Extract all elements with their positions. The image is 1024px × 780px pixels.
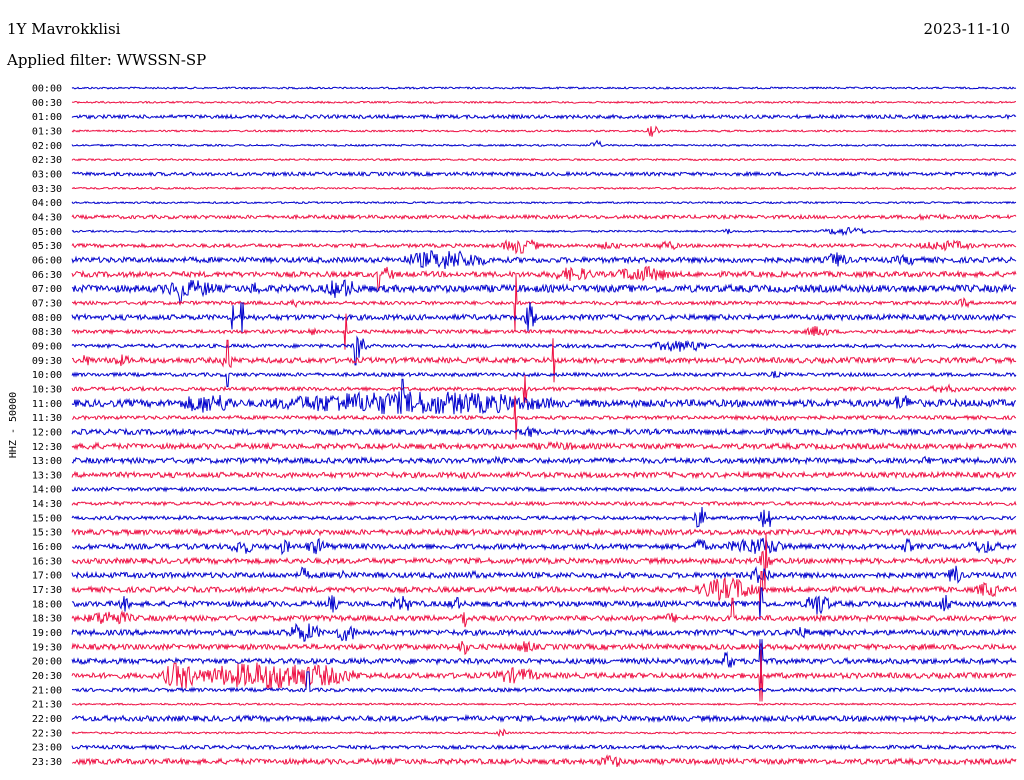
trace-line bbox=[71, 250, 1017, 270]
tick-label: 13:30 bbox=[32, 470, 62, 481]
trace-line bbox=[71, 728, 1017, 738]
trace-line bbox=[71, 170, 1017, 178]
trace-line bbox=[71, 113, 1017, 121]
tick-label: 11:00 bbox=[32, 399, 62, 410]
tick-label: 02:30 bbox=[32, 155, 62, 166]
trace-line bbox=[71, 226, 1017, 237]
y-axis-label: HHZ - 50000 bbox=[8, 392, 19, 458]
trace-line bbox=[71, 640, 1017, 656]
tick-label: 02:00 bbox=[32, 141, 62, 152]
trace-line bbox=[71, 537, 1017, 556]
tick-label: 10:00 bbox=[32, 370, 62, 381]
trace-line bbox=[71, 200, 1017, 205]
tick-label: 21:30 bbox=[32, 700, 62, 711]
trace-line bbox=[71, 485, 1017, 493]
trace-line bbox=[71, 500, 1017, 508]
trace-line bbox=[71, 125, 1017, 137]
tick-label: 19:00 bbox=[32, 628, 62, 639]
helicorder-plot: 00:00 00:30 01:00 01:30 02:00 02:30 03:00 03:30… bbox=[8, 84, 1017, 769]
tick-label: 03:30 bbox=[32, 184, 62, 195]
tick-label: 19:30 bbox=[32, 642, 62, 653]
tick-label: 15:00 bbox=[32, 513, 62, 524]
trace-line bbox=[71, 186, 1017, 191]
tick-label: 09:30 bbox=[32, 356, 62, 367]
trace-line bbox=[71, 622, 1017, 642]
trace-line bbox=[71, 587, 1017, 620]
tick-label: 13:00 bbox=[32, 456, 62, 467]
tick-label: 18:30 bbox=[32, 614, 62, 625]
tick-label: 12:00 bbox=[32, 427, 62, 438]
trace-line bbox=[71, 425, 1017, 438]
trace-line bbox=[71, 213, 1017, 222]
trace-line bbox=[71, 754, 1017, 768]
tick-label: 11:30 bbox=[32, 413, 62, 424]
trace-line bbox=[71, 239, 1017, 255]
trace-line bbox=[72, 274, 1017, 331]
tick-label: 00:30 bbox=[32, 98, 62, 109]
tick-label: 06:30 bbox=[32, 270, 62, 281]
tick-label: 14:30 bbox=[32, 499, 62, 510]
tick-label: 16:00 bbox=[32, 542, 62, 553]
tick-label: 00:00 bbox=[32, 84, 62, 95]
tick-label: 21:00 bbox=[32, 685, 62, 696]
trace-line bbox=[71, 506, 1017, 528]
trace-line bbox=[71, 302, 1017, 333]
trace-line bbox=[71, 265, 1017, 291]
trace-line bbox=[71, 86, 1017, 90]
trace-line bbox=[71, 279, 1017, 304]
tick-label: 01:00 bbox=[32, 112, 62, 123]
tick-label: 08:30 bbox=[32, 327, 62, 338]
tick-label: 20:00 bbox=[32, 657, 62, 668]
tick-label: 08:00 bbox=[32, 313, 62, 324]
trace-line bbox=[71, 378, 1016, 415]
tick-label: 06:00 bbox=[32, 255, 62, 266]
trace-line bbox=[71, 565, 1017, 584]
tick-label: 17:00 bbox=[32, 571, 62, 582]
tick-label: 09:00 bbox=[32, 341, 62, 352]
tick-label: 04:00 bbox=[32, 198, 62, 209]
tick-label: 20:30 bbox=[32, 671, 62, 682]
tick-label: 05:30 bbox=[32, 241, 62, 252]
trace-line bbox=[71, 532, 1017, 589]
tick-label: 10:30 bbox=[32, 384, 62, 395]
tick-label: 12:30 bbox=[32, 442, 62, 453]
trace-line bbox=[71, 139, 1017, 148]
tick-label: 01:30 bbox=[32, 126, 62, 137]
tick-label: 07:30 bbox=[32, 298, 62, 309]
trace-line bbox=[71, 702, 1017, 707]
trace-line bbox=[71, 100, 1016, 105]
tick-label: 18:00 bbox=[32, 599, 62, 610]
tick-label: 23:30 bbox=[32, 757, 62, 768]
trace-line bbox=[71, 649, 1017, 702]
tick-label: 03:00 bbox=[32, 169, 62, 180]
tick-label: 15:30 bbox=[32, 528, 62, 539]
trace-line bbox=[71, 527, 1017, 537]
tick-label: 16:30 bbox=[32, 556, 62, 567]
tick-label: 14:00 bbox=[32, 485, 62, 496]
trace-line bbox=[71, 440, 1017, 451]
trace-line bbox=[71, 470, 1017, 480]
trace-group bbox=[71, 86, 1017, 768]
trace-line bbox=[71, 455, 1017, 466]
time-tick-labels: 00:00 00:30 01:00 01:30 02:00 02:30 03:00 03:30… bbox=[32, 84, 62, 769]
tick-label: 05:00 bbox=[32, 227, 62, 238]
tick-label: 22:30 bbox=[32, 728, 62, 739]
tick-label: 17:30 bbox=[32, 585, 62, 596]
tick-label: 07:00 bbox=[32, 284, 62, 295]
trace-line bbox=[71, 743, 1017, 751]
trace-line bbox=[71, 370, 1017, 388]
tick-label: 23:00 bbox=[32, 743, 62, 754]
trace-line bbox=[71, 157, 1017, 162]
tick-label: 04:30 bbox=[32, 212, 62, 223]
tick-label: 22:00 bbox=[32, 714, 62, 725]
trace-line bbox=[71, 713, 1017, 724]
